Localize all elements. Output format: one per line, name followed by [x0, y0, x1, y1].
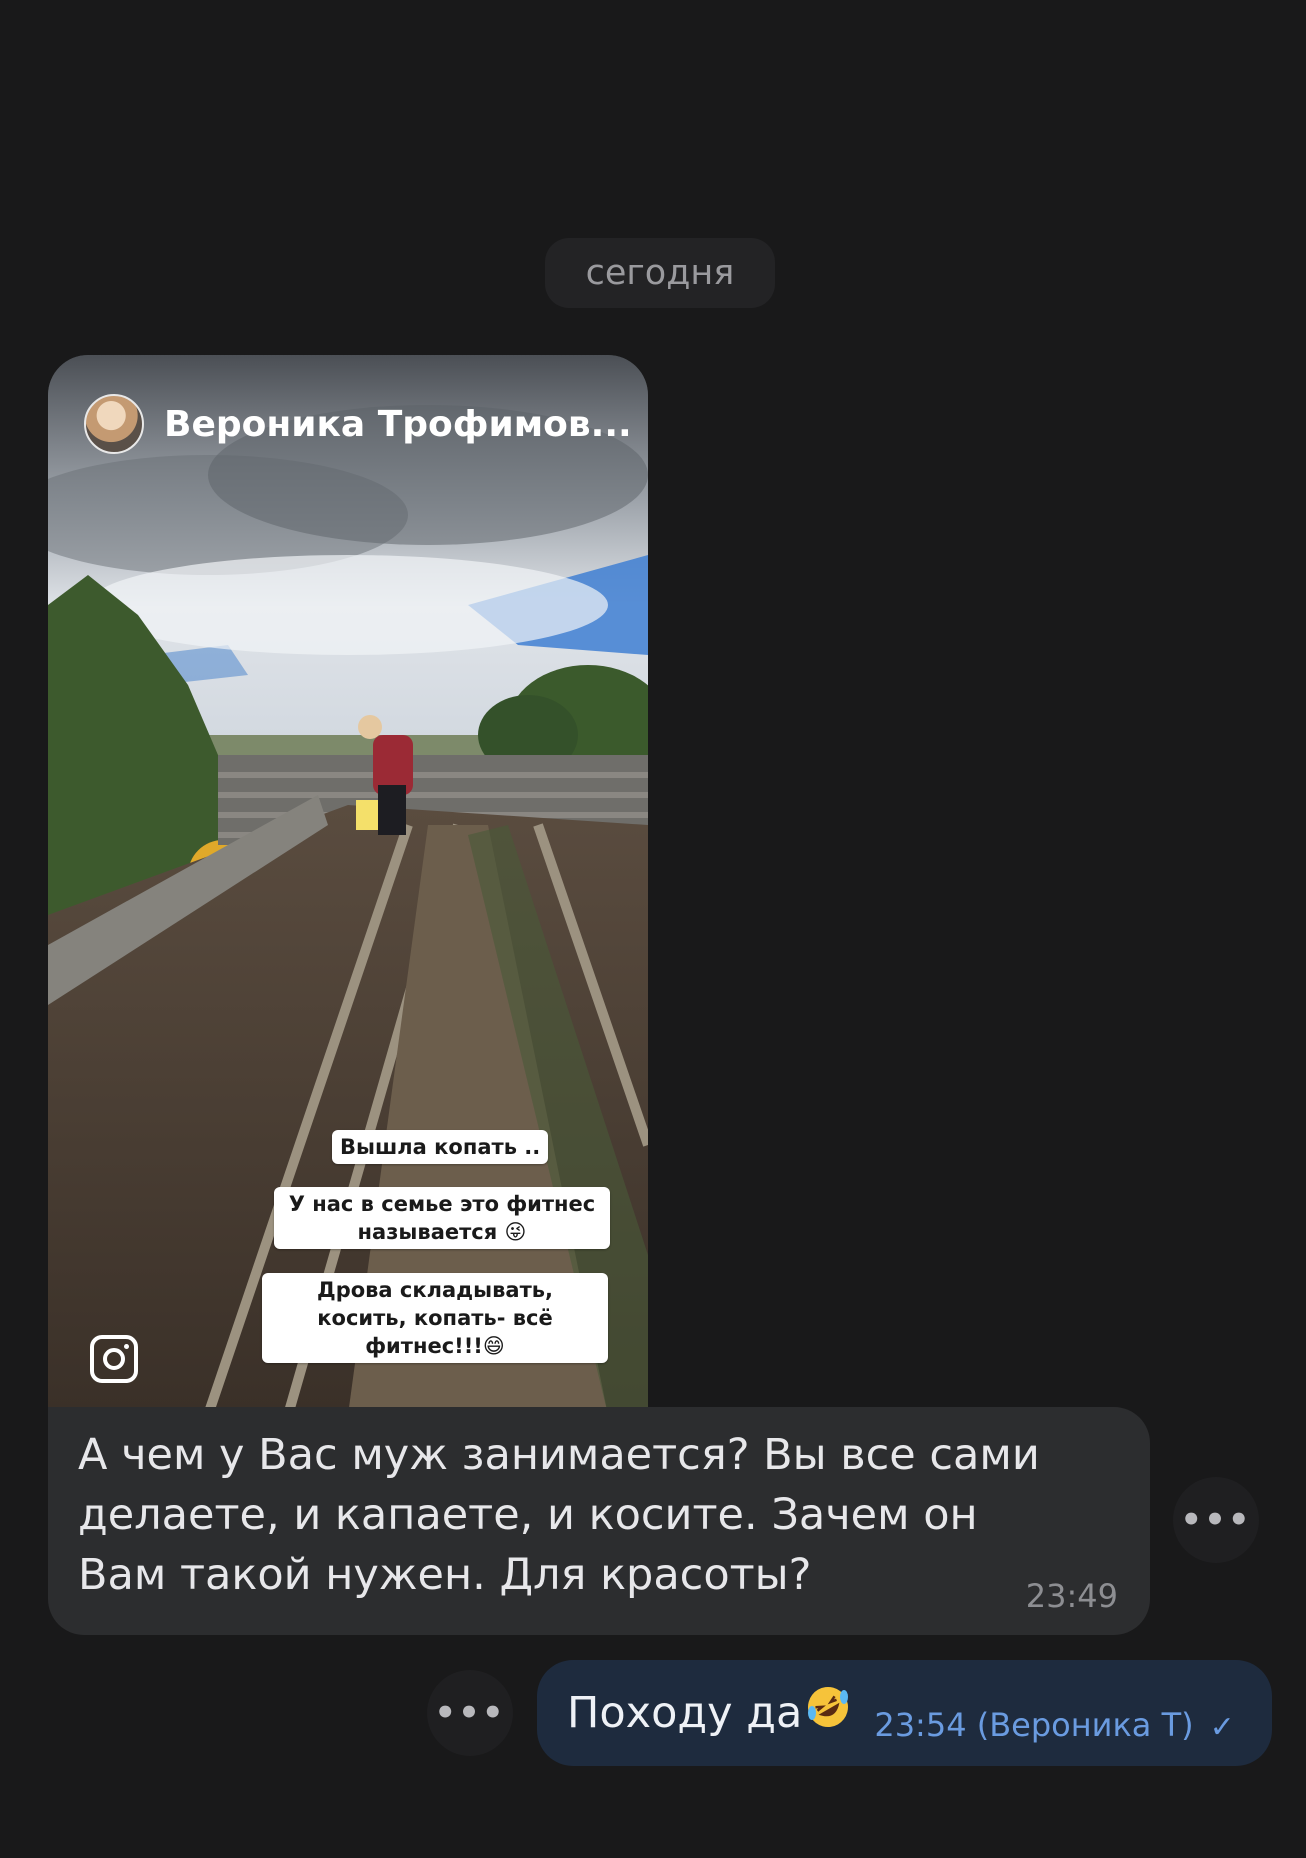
- outgoing-message[interactable]: Походу да 23:54 (Вероника Т) ✓: [537, 1660, 1272, 1766]
- avatar[interactable]: [84, 394, 144, 454]
- story-image: [48, 355, 648, 1415]
- date-separator: сегодня: [545, 238, 775, 308]
- story-caption-2: У нас в семье это фитнес называется 😜: [274, 1187, 610, 1249]
- outgoing-message-meta: 23:54 (Вероника Т): [874, 1706, 1194, 1744]
- outgoing-message-text: Походу да: [567, 1688, 803, 1738]
- incoming-message-text: А чем у Вас муж занимается? Вы все сами …: [78, 1430, 1040, 1600]
- story-caption-1: Вышла копать ..: [332, 1130, 549, 1164]
- story-header[interactable]: Вероника Трофимов...: [84, 391, 632, 457]
- incoming-message[interactable]: А чем у Вас муж занимается? Вы все сами …: [48, 1407, 1150, 1635]
- rolling-on-floor-laughing-emoji: [804, 1683, 852, 1731]
- more-dots-icon[interactable]: •••: [1173, 1477, 1259, 1563]
- incoming-message-time: 23:49: [1025, 1577, 1118, 1615]
- more-dots-icon[interactable]: •••: [427, 1670, 513, 1756]
- instagram-icon: [90, 1335, 138, 1383]
- story-author[interactable]: Вероника Трофимов...: [164, 404, 632, 445]
- story-caption-3: Дрова складывать, косить, копать- всё фи…: [262, 1273, 608, 1363]
- story-preview[interactable]: Вероника Трофимов... Вышла копать .. У н…: [48, 355, 648, 1415]
- check-icon: ✓: [1209, 1709, 1235, 1745]
